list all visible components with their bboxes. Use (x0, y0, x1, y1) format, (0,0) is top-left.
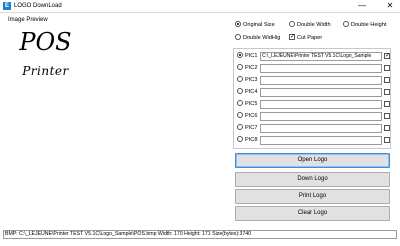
radio-icon (343, 20, 349, 27)
pic-checkbox[interactable] (384, 89, 390, 95)
radio-icon (237, 111, 243, 118)
radio-icon (237, 63, 243, 70)
title-bar: E LOGO DownLoad — ✕ (0, 0, 400, 13)
pic-radio[interactable]: PIC6 (237, 111, 258, 121)
pic-row: PIC4 (237, 87, 391, 97)
radio-icon (237, 135, 243, 142)
pic-path-field[interactable] (260, 64, 382, 73)
pic-label: PIC4 (245, 89, 258, 95)
pic-checkbox[interactable] (384, 125, 390, 131)
pic-label: PIC5 (245, 101, 258, 107)
pic-path-field[interactable] (260, 112, 382, 121)
image-preview: POS Printer (8, 24, 83, 97)
image-preview-label: Image Preview (8, 17, 48, 23)
pic-row: PIC3 (237, 75, 391, 85)
open-logo-button[interactable]: Open Logo (235, 153, 390, 168)
pic-label: PIC6 (245, 113, 258, 119)
pic-label: PIC8 (245, 137, 258, 143)
option-double-height[interactable]: Double Height (343, 20, 387, 29)
option-double-width[interactable]: Double Width (289, 20, 331, 29)
pic-radio[interactable]: PIC8 (237, 135, 258, 145)
pic-row: PIC1 C:\_LEJEUNE\Printer TEST V5.1C\Logo… (237, 51, 391, 61)
radio-icon (237, 75, 243, 82)
cut-paper-label: Cut Paper (297, 35, 323, 41)
pic-radio[interactable]: PIC2 (237, 63, 258, 73)
option-double-widhig[interactable]: Double WidHig (235, 33, 281, 42)
pic-radio[interactable]: PIC7 (237, 123, 258, 133)
print-logo-button[interactable]: Print Logo (235, 189, 390, 204)
close-button[interactable]: ✕ (383, 1, 397, 11)
option-label: Double WidHig (243, 35, 281, 41)
pic-radio[interactable]: PIC4 (237, 87, 258, 97)
option-original-size[interactable]: Original Size (235, 20, 275, 29)
pic-path-field[interactable] (260, 124, 382, 133)
app-icon: E (3, 2, 11, 10)
pic-label: PIC3 (245, 77, 258, 83)
pic-slots-panel: PIC1 C:\_LEJEUNE\Printer TEST V5.1C\Logo… (233, 48, 391, 149)
pic-label: PIC7 (245, 125, 258, 131)
pic-row: PIC6 (237, 111, 391, 121)
pic-radio[interactable]: PIC5 (237, 99, 258, 109)
window-title: LOGO DownLoad (14, 3, 62, 9)
pic-path-field[interactable] (260, 76, 382, 85)
pic-label: PIC1 (245, 53, 258, 59)
radio-icon (237, 51, 243, 58)
clear-logo-button[interactable]: Clear Logo (235, 206, 390, 221)
pic-path-field[interactable] (260, 136, 382, 145)
radio-icon (237, 123, 243, 130)
pic-checkbox[interactable] (384, 113, 390, 119)
down-logo-button[interactable]: Down Logo (235, 172, 390, 187)
logo-text-pos: POS (19, 28, 72, 56)
pic-checkbox[interactable] (384, 77, 390, 83)
checkmark-icon: ✓ (289, 33, 296, 40)
radio-icon (289, 20, 295, 27)
pic-checkbox[interactable]: ✓ (384, 53, 390, 59)
cut-paper-checkbox[interactable]: ✓ Cut Paper (289, 33, 323, 42)
pic-checkbox[interactable] (384, 101, 390, 107)
pic-checkbox[interactable] (384, 137, 390, 143)
pic-row: PIC5 (237, 99, 391, 109)
option-label: Double Height (351, 22, 387, 28)
pic-row: PIC8 (237, 135, 391, 145)
pic-checkbox[interactable] (384, 65, 390, 71)
option-label: Double Width (297, 22, 331, 28)
status-bar: BMP: C:\_LEJEUNE\Printer TEST V5.1C\Logo… (3, 230, 397, 239)
pic-radio[interactable]: PIC3 (237, 75, 258, 85)
pic-label: PIC2 (245, 65, 258, 71)
minimize-button[interactable]: — (355, 1, 369, 11)
pic-row: PIC2 (237, 63, 391, 73)
radio-icon (237, 99, 243, 106)
radio-icon (237, 87, 243, 94)
logo-text-printer: Printer (22, 64, 69, 78)
radio-icon (235, 33, 241, 40)
pic-radio[interactable]: PIC1 (237, 51, 258, 61)
pic-row: PIC7 (237, 123, 391, 133)
pic-path-field[interactable] (260, 100, 382, 109)
pic-path-field[interactable]: C:\_LEJEUNE\Printer TEST V5.1C\Logo_Samp… (260, 52, 382, 61)
pic-path-field[interactable] (260, 88, 382, 97)
radio-icon (235, 20, 241, 27)
option-label: Original Size (243, 22, 275, 28)
